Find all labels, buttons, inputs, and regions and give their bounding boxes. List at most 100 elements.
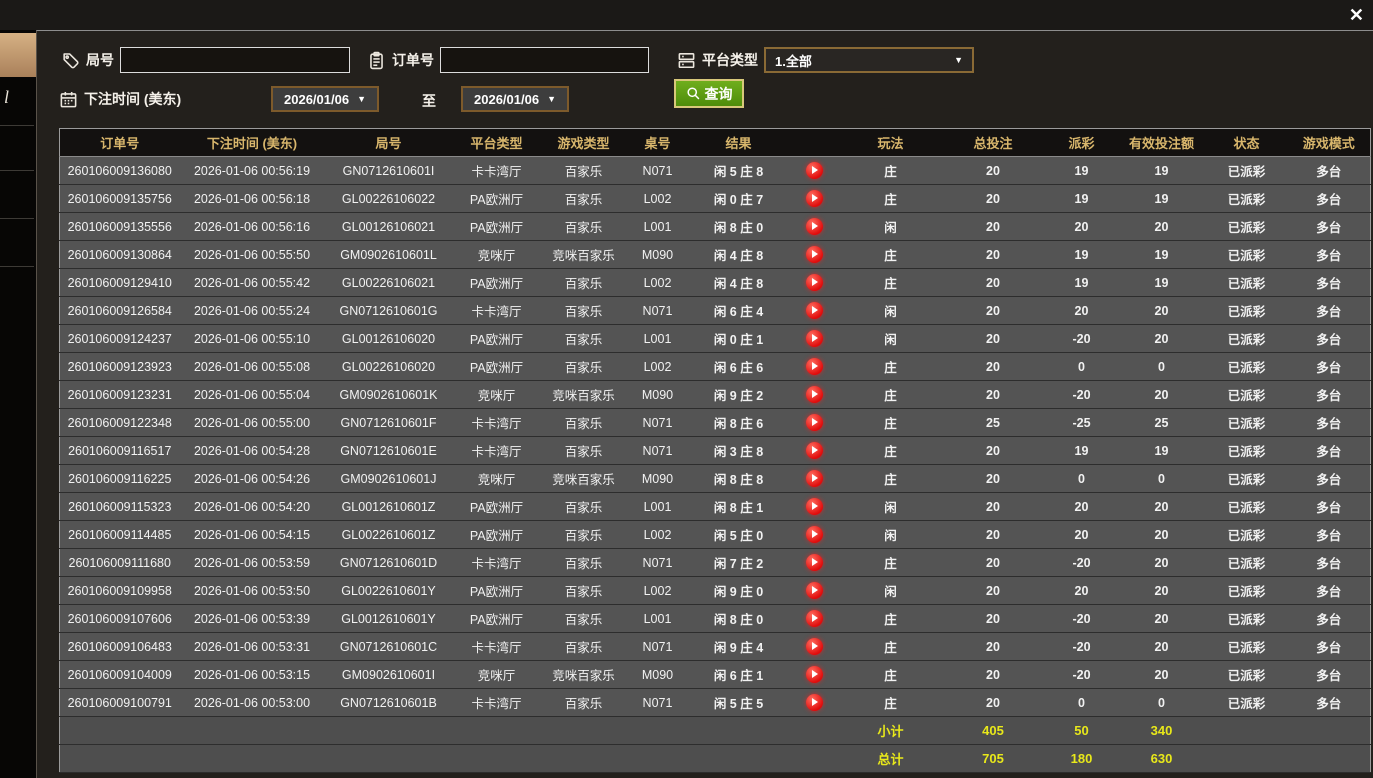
play-triangle — [812, 194, 818, 202]
table-row: 2601060091153232026-01-06 00:54:20GL0012… — [60, 493, 1371, 521]
payout-cell: 19 — [1046, 241, 1118, 269]
date-from-select[interactable]: 2026/01/06 ▼ — [271, 86, 379, 112]
empty-cell — [453, 745, 541, 773]
replay-icon[interactable] — [806, 386, 823, 403]
game-no-cell: GL0012610601Z — [325, 493, 453, 521]
empty-cell — [1206, 745, 1288, 773]
replay-icon[interactable] — [806, 470, 823, 487]
valid-bet-cell: 20 — [1118, 297, 1206, 325]
platform-type-select[interactable]: 1.全部 ▼ — [764, 47, 974, 73]
game-mode-cell: 多台 — [1288, 633, 1371, 661]
table-no-cell: N071 — [627, 437, 689, 465]
payout-cell: 20 — [1046, 577, 1118, 605]
replay-icon[interactable] — [806, 358, 823, 375]
replay-cell — [789, 325, 841, 353]
valid-bet-cell: 20 — [1118, 213, 1206, 241]
replay-cell — [789, 521, 841, 549]
result-cell: 闲 8 庄 8 — [689, 465, 789, 493]
bet-time-cell: 2026-01-06 00:56:18 — [180, 185, 325, 213]
order-no-filter: 订单号 — [367, 46, 649, 74]
order-no-cell: 260106009114485 — [60, 521, 180, 549]
total-bet-cell: 20 — [941, 465, 1046, 493]
order-no-input[interactable] — [440, 47, 649, 73]
platform-cell: PA欧洲厅 — [453, 493, 541, 521]
column-header: 结果 — [689, 129, 789, 157]
game-type-cell: 百家乐 — [541, 269, 627, 297]
play-triangle — [812, 362, 818, 370]
replay-icon[interactable] — [806, 554, 823, 571]
play-triangle — [812, 222, 818, 230]
order-no-cell: 260106009135756 — [60, 185, 180, 213]
result-cell: 闲 6 庄 6 — [689, 353, 789, 381]
bet-time-filter: 下注时间 (美东) — [59, 85, 181, 113]
game-no-cell: GL0012610601Y — [325, 605, 453, 633]
empty-cell — [689, 745, 789, 773]
replay-icon[interactable] — [806, 610, 823, 627]
game-no-input[interactable] — [120, 47, 350, 73]
play-triangle — [812, 558, 818, 566]
sidebar-divider — [0, 218, 34, 219]
status-cell: 已派彩 — [1206, 353, 1288, 381]
grand-total-row-payout: 180 — [1046, 745, 1118, 773]
payout-cell: -20 — [1046, 633, 1118, 661]
result-cell: 闲 5 庄 5 — [689, 689, 789, 717]
replay-icon[interactable] — [806, 162, 823, 179]
bet-records-dialog: 局号 订单号 平台类型 1.全部 ▼ 下注时间 (美东) 2026/01/06 … — [36, 30, 1373, 778]
replay-icon[interactable] — [806, 330, 823, 347]
play-type-cell: 庄 — [841, 661, 941, 689]
payout-cell: 0 — [1046, 353, 1118, 381]
search-icon — [686, 86, 701, 101]
replay-icon[interactable] — [806, 246, 823, 263]
table-no-cell: L001 — [627, 325, 689, 353]
replay-icon[interactable] — [806, 666, 823, 683]
date-to-select[interactable]: 2026/01/06 ▼ — [461, 86, 569, 112]
game-no-cell: GM0902610601L — [325, 241, 453, 269]
subtotal-row-payout: 50 — [1046, 717, 1118, 745]
platform-cell: 竞咪厅 — [453, 465, 541, 493]
table-no-cell: M090 — [627, 381, 689, 409]
order-no-cell: 260106009107606 — [60, 605, 180, 633]
replay-icon[interactable] — [806, 694, 823, 711]
table-row: 2601060091064832026-01-06 00:53:31GN0712… — [60, 633, 1371, 661]
clipboard-icon — [367, 51, 386, 70]
platform-cell: 竞咪厅 — [453, 381, 541, 409]
replay-cell — [789, 661, 841, 689]
total-bet-cell: 20 — [941, 549, 1046, 577]
platform-cell: 卡卡湾厅 — [453, 437, 541, 465]
table-row: 2601060091355562026-01-06 00:56:16GL0012… — [60, 213, 1371, 241]
table-no-cell: N071 — [627, 157, 689, 185]
platform-cell: 卡卡湾厅 — [453, 689, 541, 717]
replay-icon[interactable] — [806, 190, 823, 207]
valid-bet-cell: 20 — [1118, 493, 1206, 521]
date-from-value: 2026/01/06 — [284, 92, 349, 107]
order-no-cell: 260106009104009 — [60, 661, 180, 689]
game-no-cell: GN0712610601F — [325, 409, 453, 437]
replay-icon[interactable] — [806, 526, 823, 543]
result-cell: 闲 4 庄 8 — [689, 241, 789, 269]
replay-icon[interactable] — [806, 302, 823, 319]
total-bet-cell: 20 — [941, 185, 1046, 213]
platform-cell: PA欧洲厅 — [453, 577, 541, 605]
replay-icon[interactable] — [806, 218, 823, 235]
total-bet-cell: 20 — [941, 381, 1046, 409]
result-cell: 闲 9 庄 0 — [689, 577, 789, 605]
replay-icon[interactable] — [806, 274, 823, 291]
status-cell: 已派彩 — [1206, 577, 1288, 605]
replay-icon[interactable] — [806, 582, 823, 599]
bet-time-cell: 2026-01-06 00:53:00 — [180, 689, 325, 717]
sidebar-active-item[interactable] — [0, 33, 36, 77]
replay-icon[interactable] — [806, 498, 823, 515]
replay-cell — [789, 297, 841, 325]
replay-icon[interactable] — [806, 414, 823, 431]
query-button[interactable]: 查询 — [674, 79, 744, 108]
close-icon[interactable]: ✕ — [1349, 2, 1364, 28]
valid-bet-cell: 20 — [1118, 549, 1206, 577]
status-cell: 已派彩 — [1206, 437, 1288, 465]
column-header: 有效投注额 — [1118, 129, 1206, 157]
replay-icon[interactable] — [806, 442, 823, 459]
table-no-cell: N071 — [627, 297, 689, 325]
empty-cell — [1288, 745, 1371, 773]
replay-icon[interactable] — [806, 638, 823, 655]
game-type-cell: 百家乐 — [541, 521, 627, 549]
valid-bet-cell: 19 — [1118, 185, 1206, 213]
